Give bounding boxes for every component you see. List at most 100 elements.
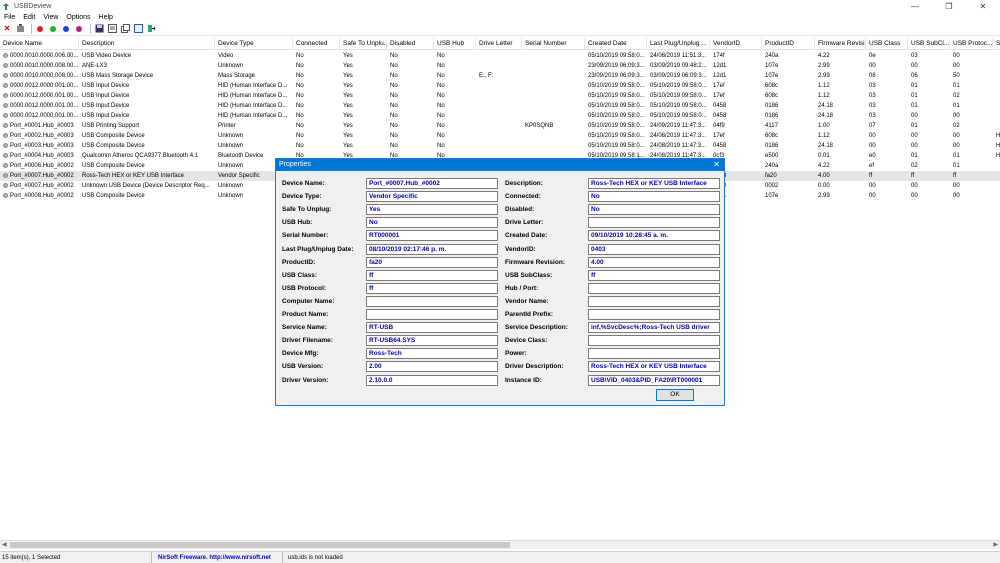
menu-help[interactable]: Help [95, 14, 117, 21]
column-header[interactable]: VendorID [710, 38, 762, 50]
table-cell: 0186 [765, 143, 779, 149]
column-header[interactable]: Device Type [215, 38, 293, 50]
table-row[interactable]: 0000.0010.0000.006.00... USB Video Device… [0, 51, 1000, 61]
table-row[interactable]: Port_#0002.Hub_#0003 USB Composite Device… [0, 131, 1000, 141]
field-value[interactable]: Ross-Tech HEX or KEY USB Interface [588, 361, 720, 373]
status-nirsoft-link[interactable]: NirSoft Freeware. http://www.nirsoft.net [158, 552, 283, 563]
table-row[interactable]: 0000.0012.0000.001.00... USB Input Device… [0, 101, 1000, 111]
field-value[interactable]: No [366, 217, 498, 229]
column-header[interactable]: Description [79, 38, 215, 50]
field-value[interactable] [588, 348, 720, 360]
dialog-close-icon[interactable]: ✕ [713, 159, 720, 171]
table-row[interactable]: 0000.0012.0000.001.00... USB Input Device… [0, 81, 1000, 91]
copy-icon[interactable] [120, 24, 130, 34]
table-cell: Port_#0008.Hub_#0002 [10, 193, 74, 199]
column-header[interactable]: Firmware Revisi... [815, 38, 866, 50]
disconnect-red-icon[interactable] [74, 24, 84, 34]
column-header[interactable]: Connected [293, 38, 340, 50]
column-header[interactable]: Serial Number [522, 38, 585, 50]
field-value[interactable]: RT000001 [366, 230, 498, 242]
field-value[interactable] [588, 309, 720, 320]
table-cell: 174f [713, 53, 725, 59]
field-value[interactable] [588, 335, 720, 347]
connect-blue-icon[interactable] [61, 24, 71, 34]
field-value[interactable]: Port_#0007.Hub_#0002 [366, 178, 498, 189]
html-report-icon[interactable] [133, 24, 143, 34]
field-value[interactable]: RT-USB [366, 322, 498, 334]
field-value[interactable]: ff [366, 282, 498, 294]
table-row[interactable]: 0000.0012.0000.001.00... USB Input Device… [0, 91, 1000, 101]
field-value[interactable]: Yes [366, 204, 498, 216]
table-cell [993, 61, 1000, 71]
toolbar: ✕ [0, 22, 1000, 36]
field-value[interactable]: Ross-Tech HEX or KEY USB Interface [588, 178, 720, 189]
exit-icon[interactable] [146, 24, 156, 34]
menu-view[interactable]: View [39, 14, 62, 21]
field-value[interactable]: No [588, 191, 720, 203]
horizontal-scrollbar[interactable]: ◀ ▶ [0, 540, 1000, 549]
column-header[interactable]: ProductID [762, 38, 815, 50]
field-value[interactable] [588, 282, 720, 294]
field-value[interactable]: fa20 [366, 256, 498, 268]
enable-green-icon[interactable] [48, 24, 58, 34]
close-window-button[interactable]: ✕ [966, 0, 1000, 12]
table-cell: 00 [911, 183, 918, 189]
properties-icon[interactable] [107, 24, 117, 34]
ok-button[interactable]: OK [656, 389, 694, 401]
menu-edit[interactable]: Edit [19, 14, 39, 21]
table-cell: 01 [911, 123, 918, 129]
disable-red-icon[interactable] [35, 24, 45, 34]
field-value[interactable] [366, 295, 498, 307]
save-icon[interactable] [94, 24, 104, 34]
table-row[interactable]: 0000.0010.0000.008.00... ANE-LX3 Unknown No… [0, 61, 1000, 71]
field-value[interactable]: RT-USB64.SYS [366, 335, 498, 347]
scroll-right-icon[interactable]: ▶ [993, 541, 998, 548]
maximize-button[interactable]: ❐ [932, 0, 966, 12]
field-value[interactable]: inf,%SvcDesc%;Ross-Tech USB driver [588, 322, 720, 334]
field-value[interactable]: 09/10/2019 10:28:45 a. m. [588, 230, 720, 242]
field-value[interactable] [588, 217, 720, 229]
menu-options[interactable]: Options [62, 14, 94, 21]
field-value[interactable]: Vendor Specific [366, 191, 498, 203]
field-value[interactable]: No [588, 204, 720, 216]
column-header[interactable]: USB Class [866, 38, 908, 50]
field-value[interactable]: 4.00 [588, 256, 720, 268]
field-value[interactable]: 08/10/2019 02:17:46 p. m. [366, 243, 498, 255]
table-cell: No [437, 93, 445, 99]
column-header[interactable]: Safe To Unplu... [340, 38, 387, 50]
table-row[interactable]: Port_#0003.Hub_#0003 USB Composite Device… [0, 141, 1000, 151]
field-value[interactable]: ff [588, 269, 720, 281]
table-row[interactable]: 0000.0012.0000.001.00... USB Input Device… [0, 111, 1000, 121]
field-value[interactable]: 2.10.0.0 [366, 374, 498, 386]
field-value[interactable]: USB\VID_0403&PID_FA20\RT000001 [588, 374, 720, 386]
field-value[interactable]: 0403 [588, 243, 720, 255]
column-header[interactable]: Last Plug/Unplug ... [647, 38, 710, 50]
table-cell: 06 [911, 73, 918, 79]
scroll-left-icon[interactable]: ◀ [2, 541, 7, 548]
column-header[interactable]: Device Name [0, 38, 79, 50]
properties-dialog: Properties ✕ Device Name: Port_#0007.Hub_… [275, 158, 725, 406]
column-header[interactable]: Disabled [387, 38, 434, 50]
column-header[interactable]: USB SubCl... [908, 38, 950, 50]
delete-icon[interactable]: ✕ [2, 24, 12, 34]
field-value[interactable] [588, 295, 720, 307]
field-label: Firmware Revision: [505, 258, 565, 266]
table-cell: 01 [953, 103, 960, 109]
table-cell: ANE-LX3 [82, 63, 108, 69]
column-header[interactable]: USB Hub [434, 38, 476, 50]
field-value[interactable]: 2.00 [366, 361, 498, 373]
menu-file[interactable]: File [0, 14, 19, 21]
column-header[interactable]: Se [993, 38, 1000, 50]
scrollbar-thumb[interactable] [10, 542, 510, 548]
column-header[interactable]: Created Date [585, 38, 647, 50]
field-value[interactable]: Ross-Tech [366, 348, 498, 360]
minimize-button[interactable]: — [898, 0, 932, 12]
column-header[interactable]: USB Protoc... [950, 38, 993, 50]
field-value[interactable]: ff [366, 269, 498, 281]
field-value[interactable] [366, 309, 498, 320]
table-row[interactable]: Port_#0001.Hub_#0003 USB Printing Support… [0, 121, 1000, 131]
uninstall-icon[interactable] [15, 24, 25, 34]
table-row[interactable]: 0000.0010.0000.008.00... USB Mass Storage… [0, 71, 1000, 81]
column-header[interactable]: Drive Letter [476, 38, 522, 50]
table-cell: No [390, 103, 398, 109]
